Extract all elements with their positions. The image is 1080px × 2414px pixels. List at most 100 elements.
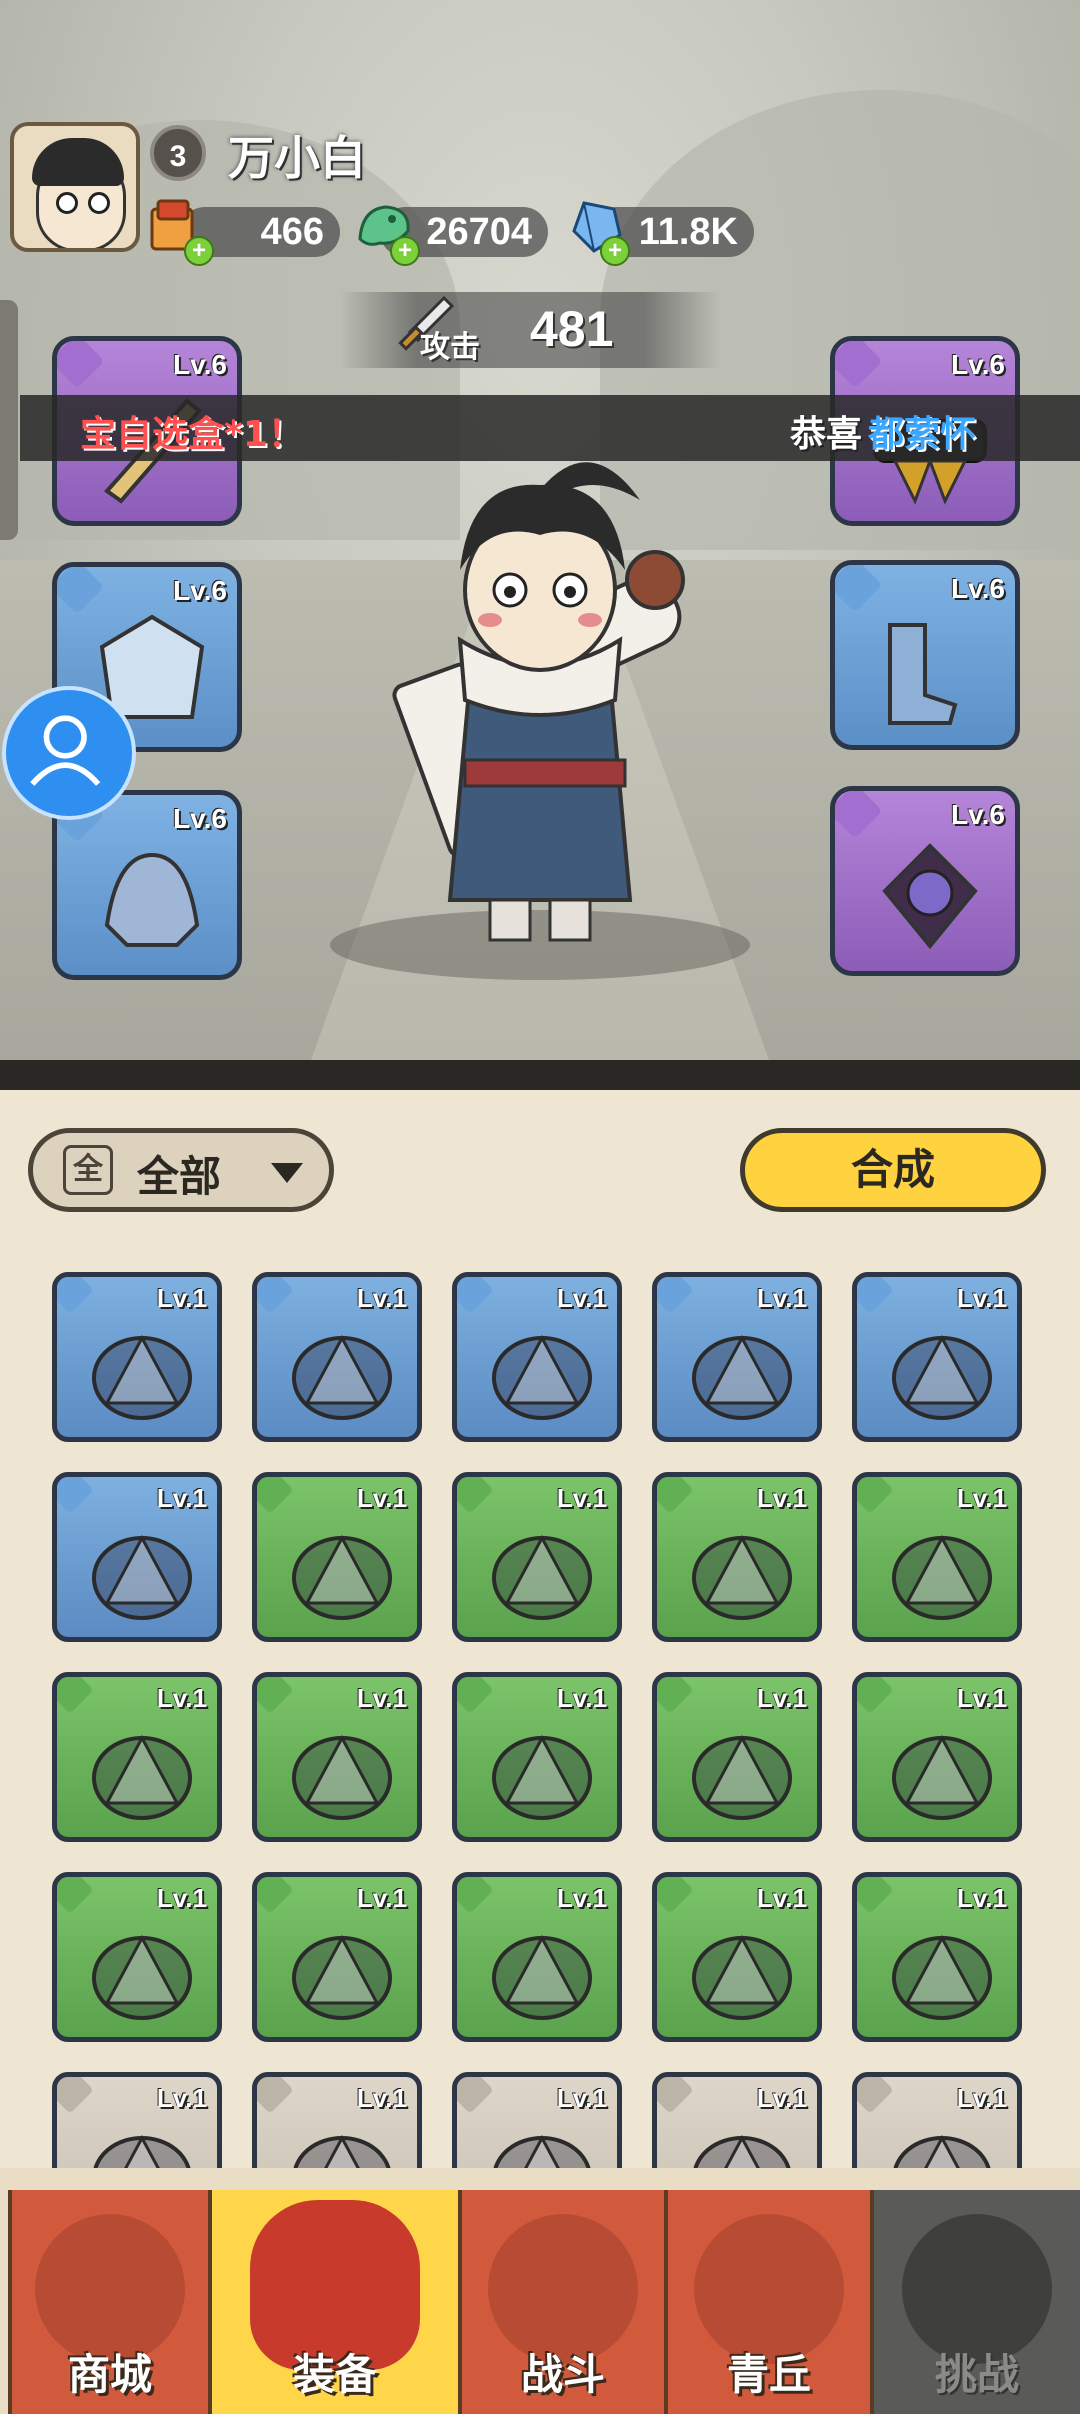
marquee-player-name: 都萦怀 (868, 414, 977, 455)
boots-icon (292, 1934, 392, 2020)
hero-character[interactable] (390, 440, 690, 960)
inventory-item[interactable]: Lv.1 (452, 1872, 622, 2042)
inventory-item[interactable]: Lv.1 (852, 1272, 1022, 1442)
slot-level: Lv.6 (951, 349, 1005, 380)
add-jade-icon[interactable]: + (390, 236, 420, 266)
inventory-item[interactable]: Lv.1 (452, 1272, 622, 1442)
item-type-tag (457, 1477, 494, 1514)
nav-tab-battle[interactable]: 战斗 (458, 2190, 664, 2414)
inventory-item[interactable]: Lv.1 (252, 1872, 422, 2042)
item-level: Lv.1 (756, 2083, 807, 2113)
attack-value: 481 (530, 301, 614, 357)
avatar-eye (56, 192, 78, 214)
chevron-down-icon (271, 1163, 303, 1183)
inventory-item[interactable]: Lv.1 (652, 1672, 822, 1842)
inventory-item[interactable]: Lv.1 (52, 1272, 222, 1442)
item-type-tag (857, 2077, 894, 2114)
inventory-item[interactable]: Lv.1 (652, 1872, 822, 2042)
nav-tab-equipment[interactable]: 装备 (208, 2190, 458, 2414)
slot-level: Lv.6 (951, 799, 1005, 830)
inventory-item[interactable]: Lv.1 (652, 1272, 822, 1442)
equip-slot-boots[interactable]: Lv.6 (830, 560, 1020, 750)
inventory-item[interactable]: Lv.1 (452, 1472, 622, 1642)
nav-label: 装备 (292, 2350, 377, 2399)
customer-service-button[interactable] (2, 686, 136, 820)
item-level: Lv.1 (556, 1283, 607, 1313)
craft-button[interactable]: 合成 (740, 1128, 1046, 1212)
claw-necklace-icon (692, 1934, 792, 2020)
item-level: Lv.1 (756, 1683, 807, 1713)
bow-icon (92, 1334, 192, 1420)
nav-label: 战斗 (520, 2350, 605, 2399)
item-level: Lv.1 (956, 1683, 1007, 1713)
filter-label: 全部 (137, 1152, 222, 1201)
boots-icon (888, 623, 958, 725)
item-level: Lv.1 (356, 1883, 407, 1913)
inventory-item[interactable]: Lv.1 (52, 1872, 222, 2042)
item-type-tag (457, 2077, 494, 2114)
nav-tab-qingqiu[interactable]: 青丘 (664, 2190, 870, 2414)
avatar-hair (32, 138, 124, 186)
bow-icon (892, 1534, 992, 1620)
nav-tab-challenge[interactable]: 挑战 (870, 2190, 1080, 2414)
slot-level: Lv.6 (951, 573, 1005, 604)
avatar-eye (88, 192, 110, 214)
bow-icon (692, 1534, 792, 1620)
side-drawer-handle[interactable] (0, 300, 18, 540)
inventory-item[interactable]: Lv.1 (852, 1672, 1022, 1842)
nav-tab-shop[interactable]: 商城 (8, 2190, 208, 2414)
item-level: Lv.1 (356, 1483, 407, 1513)
item-type-tag (657, 1877, 694, 1914)
item-level: Lv.1 (756, 1483, 807, 1513)
attack-label: 攻击 (420, 330, 480, 365)
add-crystal-icon[interactable]: + (600, 236, 630, 266)
inventory-item[interactable]: Lv.1 (452, 1672, 622, 1842)
item-type-tag (57, 1477, 94, 1514)
inventory-item[interactable]: Lv.1 (52, 1672, 222, 1842)
item-level: Lv.1 (356, 1683, 407, 1713)
claw-necklace-icon (892, 1934, 992, 2020)
item-type-tag (657, 1677, 694, 1714)
inventory-item[interactable]: Lv.1 (252, 1272, 422, 1442)
category-filter-dropdown[interactable]: 全 全部 (28, 1128, 334, 1212)
item-type-tag (657, 2077, 694, 2114)
inventory-item[interactable]: Lv.1 (52, 1472, 222, 1642)
item-type-tag (657, 1277, 694, 1314)
amulet-icon (882, 843, 978, 950)
item-level: Lv.1 (356, 1283, 407, 1313)
marquee-left-text: 宝自选盒*1！ (80, 414, 304, 455)
user-icon (30, 715, 101, 786)
item-level: Lv.1 (756, 1283, 807, 1313)
ice-belt-icon (892, 1734, 992, 1820)
equip-slot-amulet[interactable]: Lv.6 (830, 786, 1020, 976)
item-type-tag (57, 1877, 94, 1914)
item-level: Lv.1 (156, 1283, 207, 1313)
item-type-tag (57, 1677, 94, 1714)
add-coupon-icon[interactable]: + (184, 236, 214, 266)
flower-staff-icon (492, 1534, 592, 1620)
item-type-tag (857, 1277, 894, 1314)
inventory-item[interactable]: Lv.1 (852, 1872, 1022, 2042)
item-type-tag (57, 1277, 94, 1314)
item-level: Lv.1 (356, 2083, 407, 2113)
item-level: Lv.1 (956, 1283, 1007, 1313)
inventory-item[interactable]: Lv.1 (252, 1672, 422, 1842)
item-level: Lv.1 (556, 2083, 607, 2113)
boots-icon (892, 1334, 992, 1420)
filter-all-icon: 全 (63, 1145, 113, 1195)
player-avatar[interactable] (10, 122, 140, 252)
item-type-tag (57, 2077, 94, 2114)
inventory-item[interactable]: Lv.1 (852, 1472, 1022, 1642)
crossbow-icon (492, 1334, 592, 1420)
item-level: Lv.1 (556, 1683, 607, 1713)
player-level-badge: 3 (150, 125, 206, 181)
nav-label: 青丘 (726, 2350, 811, 2399)
inventory-item[interactable]: Lv.1 (652, 1472, 822, 1642)
item-type-tag (257, 1277, 294, 1314)
helmet-icon (104, 852, 200, 947)
item-type-tag (457, 1277, 494, 1314)
item-level: Lv.1 (556, 1883, 607, 1913)
inventory-item[interactable]: Lv.1 (252, 1472, 422, 1642)
item-level: Lv.1 (156, 1483, 207, 1513)
player-name: 万小白 (228, 131, 366, 185)
